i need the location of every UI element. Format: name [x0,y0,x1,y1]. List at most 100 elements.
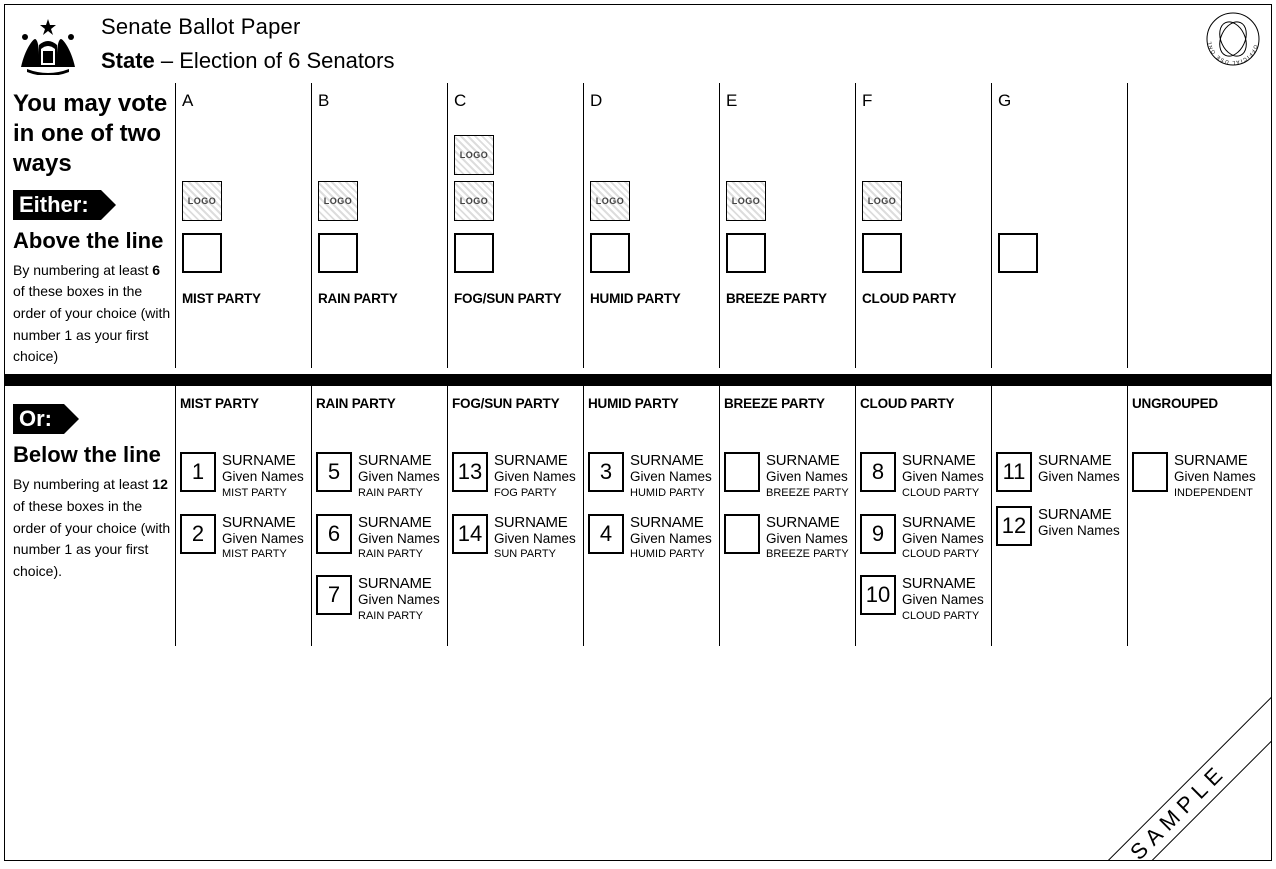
candidate-party: RAIN PARTY [358,548,440,561]
candidate-vote-box[interactable]: 4 [588,514,624,554]
candidate-row: 14SURNAMEGiven NamesSUN PARTY [452,514,579,561]
candidate-row: 3 SURNAMEGiven Names HUMID PARTY [588,452,715,499]
candidate-given-names: Given Names [1038,523,1120,539]
below-party-name-label: HUMID PARTY [588,396,715,452]
party-name-label: RAIN PARTY [318,291,441,309]
candidate-text: SURNAMEGiven NamesBREEZE PARTY [766,452,849,499]
candidate-given-names: Given Names [766,469,849,485]
party-name-label: FOG/SUN PARTY [454,291,577,309]
party-logo: LOGO [182,181,222,221]
candidate-text: SURNAMEGiven NamesMIST PARTY [222,514,304,561]
candidate-vote-box[interactable] [724,514,760,554]
candidate-text: SURNAMEGiven NamesMIST PARTY [222,452,304,499]
party-name-label [1134,291,1257,309]
candidate-given-names: Given Names [630,469,712,485]
candidate-given-names: Given Names [358,592,440,608]
candidate-surname: SURNAME [358,514,440,531]
below-party-name-label [996,396,1123,452]
logo-area: LOGOLOGO [454,121,577,221]
above-vote-box[interactable] [726,233,766,273]
party-logo: LOGO [590,181,630,221]
above-vote-box[interactable] [998,233,1038,273]
below-instructions: By numbering at least 12 of these boxes … [13,474,171,582]
above-column: DLOGOHUMID PARTY [583,83,719,368]
candidate-party: SUN PARTY [494,548,576,561]
party-name-label: BREEZE PARTY [726,291,849,309]
candidate-text: SURNAMEGiven NamesRAIN PARTY [358,452,440,499]
candidate-row: SURNAMEGiven NamesINDEPENDENT [1132,452,1259,499]
candidate-row: 6SURNAMEGiven NamesRAIN PARTY [316,514,443,561]
candidate-vote-box[interactable]: 6 [316,514,352,554]
party-logo: LOGO [726,181,766,221]
candidate-row: 11SURNAMEGiven Names [996,452,1123,492]
candidate-row: 12 SURNAMEGiven Names [996,506,1123,546]
below-party-name-label: UNGROUPED [1132,396,1259,452]
candidate-surname: SURNAME [1038,452,1120,469]
party-logo: LOGO [454,135,494,175]
candidate-text: SURNAMEGiven Names HUMID PARTY [630,452,712,499]
either-tag: Either: [13,190,101,220]
logo-area [1134,121,1257,221]
above-column: CLOGOLOGOFOG/SUN PARTY [447,83,583,368]
sample-watermark: SAMPLE [1052,686,1272,861]
column-letter: F [862,91,985,111]
candidate-vote-box[interactable]: 3 [588,452,624,492]
above-column [1127,83,1263,368]
above-the-line-title: Above the line [13,228,171,254]
candidate-surname: SURNAME [766,514,849,531]
candidate-vote-box[interactable]: 9 [860,514,896,554]
candidate-vote-box[interactable] [724,452,760,492]
candidate-vote-box[interactable] [1132,452,1168,492]
candidate-given-names: Given Names [902,592,984,608]
candidate-party: RAIN PARTY [358,610,440,623]
above-column: ALOGOMIST PARTY [175,83,311,368]
candidate-party: RAIN PARTY [358,487,440,500]
candidate-vote-box[interactable]: 8 [860,452,896,492]
candidate-text: SURNAMEGiven NamesRAIN PARTY [358,514,440,561]
below-party-name-label: BREEZE PARTY [724,396,851,452]
column-letter: A [182,91,305,111]
party-logo: LOGO [862,181,902,221]
candidate-row: SURNAMEGiven NamesBREEZE PARTY [724,514,851,561]
above-vote-box[interactable] [318,233,358,273]
candidate-vote-box[interactable]: 1 [180,452,216,492]
candidate-surname: SURNAME [358,452,440,469]
candidate-surname: SURNAME [630,452,712,469]
candidate-surname: SURNAME [358,575,440,592]
candidate-surname: SURNAME [1174,452,1256,469]
candidate-surname: SURNAME [1038,506,1120,523]
candidate-given-names: Given Names [222,469,304,485]
section-divider [5,374,1271,386]
above-vote-box[interactable] [590,233,630,273]
ballot-state-line: State – Election of 6 Senators [101,48,395,74]
candidate-surname: SURNAME [902,452,984,469]
candidate-party: FOG PARTY [494,487,576,500]
candidate-vote-box[interactable]: 2 [180,514,216,554]
candidate-given-names: Given Names [222,531,304,547]
candidate-party: HUMID PARTY [630,487,712,500]
state-rest: – Election of 6 Senators [155,48,395,73]
candidate-text: SURNAMEGiven NamesHUMID PARTY [630,514,712,561]
crest-icon [11,15,85,75]
logo-area: LOGO [862,121,985,221]
candidate-vote-box[interactable]: 13 [452,452,488,492]
candidate-vote-box[interactable]: 14 [452,514,488,554]
logo-area: LOGO [590,121,713,221]
candidate-text: SURNAMEGiven NamesCLOUD PARTY [902,452,984,499]
candidate-vote-box[interactable]: 12 [996,506,1032,546]
above-vote-box[interactable] [182,233,222,273]
candidate-vote-box[interactable]: 5 [316,452,352,492]
candidate-vote-box[interactable]: 10 [860,575,896,615]
candidate-vote-box[interactable]: 11 [996,452,1032,492]
above-column: G [991,83,1127,368]
candidate-vote-box[interactable]: 7 [316,575,352,615]
above-vote-box[interactable] [862,233,902,273]
state-word: State [101,48,155,73]
candidate-party: BREEZE PARTY [766,487,849,500]
below-column: 11SURNAMEGiven Names12SURNAMEGiven Names [991,386,1127,646]
candidate-given-names: Given Names [1174,469,1256,485]
candidate-given-names: Given Names [630,531,712,547]
below-column: FOG/SUN PARTY13SURNAMEGiven NamesFOG PAR… [447,386,583,646]
party-name-label: HUMID PARTY [590,291,713,309]
above-vote-box[interactable] [454,233,494,273]
